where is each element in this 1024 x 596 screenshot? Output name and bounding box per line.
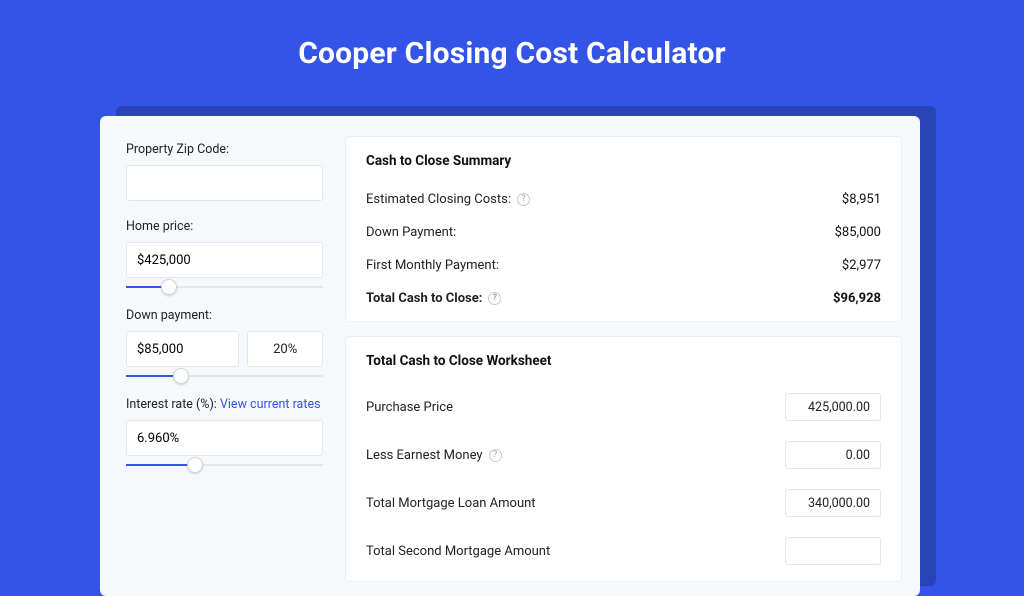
slider-thumb[interactable] <box>173 368 189 384</box>
down-payment-label: Down payment: <box>126 308 323 323</box>
summary-row-value: $85,000 <box>835 225 881 240</box>
zip-input[interactable] <box>126 165 323 201</box>
view-current-rates-link[interactable]: View current rates <box>220 397 321 412</box>
worksheet-row-value[interactable] <box>785 537 881 565</box>
worksheet-title: Total Cash to Close Worksheet <box>366 353 881 369</box>
interest-rate-label-text: Interest rate (%): <box>126 397 220 412</box>
down-payment-pct-input[interactable]: 20% <box>247 331 323 367</box>
zip-label: Property Zip Code: <box>126 142 323 157</box>
worksheet-row: Total Mortgage Loan Amount 340,000.00 <box>366 479 881 527</box>
inputs-sidebar: Property Zip Code: Home price: Down paym… <box>100 116 345 596</box>
page-title: Cooper Closing Cost Calculator <box>0 0 1024 99</box>
slider-thumb[interactable] <box>161 279 177 295</box>
worksheet-row: Total Second Mortgage Amount <box>366 527 881 575</box>
home-price-field[interactable] <box>137 253 312 268</box>
cash-to-close-summary-card: Cash to Close Summary Estimated Closing … <box>345 136 902 322</box>
worksheet-row-value[interactable]: 425,000.00 <box>785 393 881 421</box>
interest-rate-label: Interest rate (%): View current rates <box>126 397 323 412</box>
help-icon[interactable]: ? <box>489 449 502 462</box>
summary-row: Estimated Closing Costs:? $8,951 <box>366 183 881 216</box>
worksheet-row-value[interactable]: 340,000.00 <box>785 489 881 517</box>
summary-total-value: $96,928 <box>833 291 881 306</box>
help-icon[interactable]: ? <box>517 193 530 206</box>
summary-row: Down Payment: $85,000 <box>366 216 881 249</box>
summary-row-value: $8,951 <box>842 192 881 207</box>
summary-row-label: Estimated Closing Costs: <box>366 192 511 207</box>
interest-rate-slider[interactable] <box>126 460 323 472</box>
summary-row-value: $2,977 <box>842 258 881 273</box>
worksheet-row-label: Purchase Price <box>366 400 453 415</box>
calculator-panel: Property Zip Code: Home price: Down paym… <box>100 116 920 596</box>
interest-rate-input[interactable] <box>126 420 323 456</box>
interest-rate-field[interactable] <box>137 431 312 446</box>
down-payment-pct-value: 20% <box>273 342 297 357</box>
slider-fill <box>126 464 195 466</box>
down-payment-input[interactable] <box>126 331 239 367</box>
home-price-input[interactable] <box>126 242 323 278</box>
home-price-slider[interactable] <box>126 282 323 294</box>
zip-input-field[interactable] <box>137 176 312 191</box>
summary-title: Cash to Close Summary <box>366 153 881 169</box>
worksheet-row: Purchase Price 425,000.00 <box>366 383 881 431</box>
worksheet-card: Total Cash to Close Worksheet Purchase P… <box>345 336 902 582</box>
summary-total-row: Total Cash to Close: ? $96,928 <box>366 282 881 315</box>
summary-total-label: Total Cash to Close: <box>366 291 482 306</box>
summary-row-label: First Monthly Payment: <box>366 258 499 273</box>
worksheet-row-label: Total Second Mortgage Amount <box>366 544 550 559</box>
worksheet-row-label: Total Mortgage Loan Amount <box>366 496 536 511</box>
results-main: Cash to Close Summary Estimated Closing … <box>345 116 920 596</box>
home-price-label: Home price: <box>126 219 323 234</box>
help-icon[interactable]: ? <box>488 292 501 305</box>
down-payment-field[interactable] <box>137 342 228 357</box>
worksheet-row-label: Less Earnest Money <box>366 448 483 463</box>
worksheet-row: Less Earnest Money? 0.00 <box>366 431 881 479</box>
worksheet-row-value[interactable]: 0.00 <box>785 441 881 469</box>
down-payment-slider[interactable] <box>126 371 323 383</box>
slider-thumb[interactable] <box>187 457 203 473</box>
summary-row-label: Down Payment: <box>366 225 456 240</box>
summary-row: First Monthly Payment: $2,977 <box>366 249 881 282</box>
